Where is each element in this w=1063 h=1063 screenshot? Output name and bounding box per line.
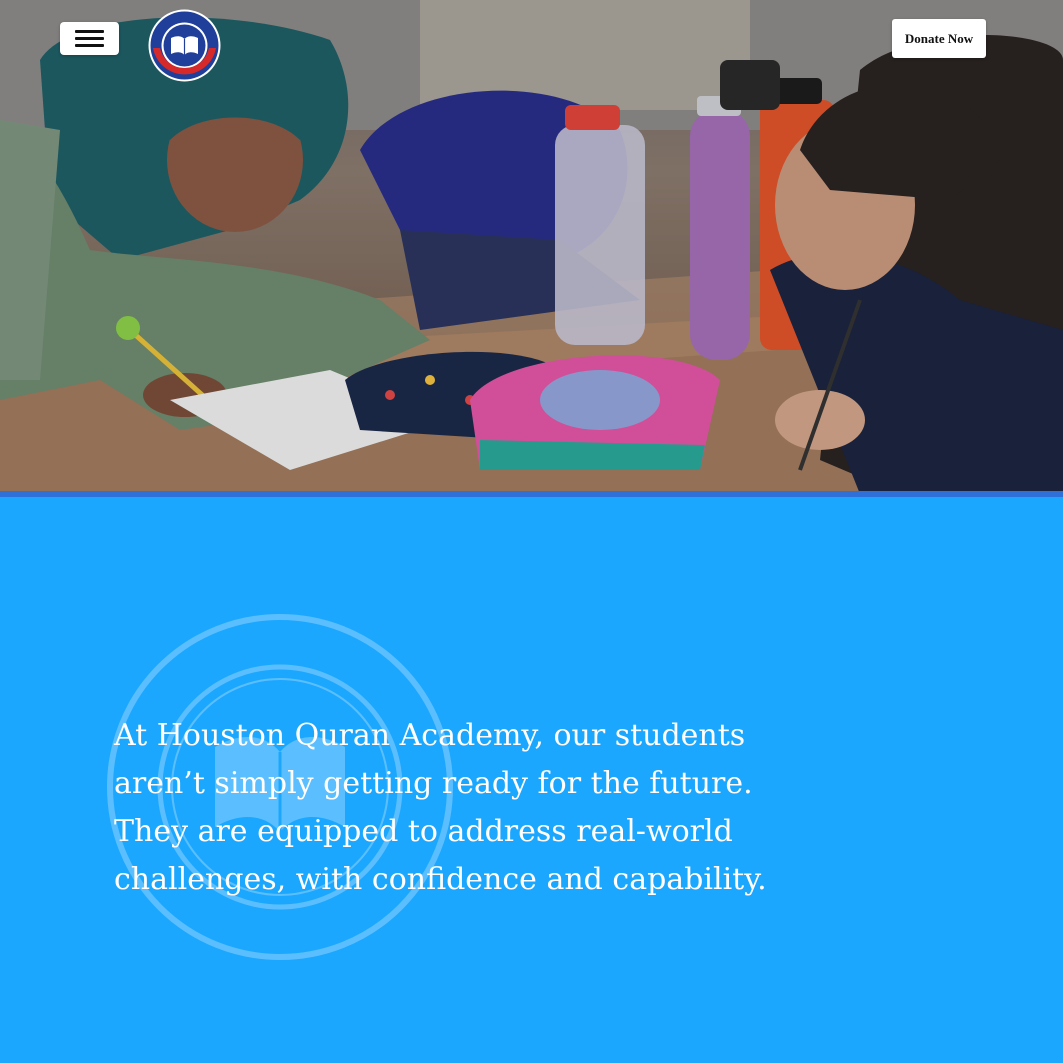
hamburger-menu-icon <box>75 30 104 33</box>
donate-button[interactable]: Donate Now <box>892 19 986 58</box>
menu-button[interactable] <box>60 22 119 55</box>
mission-statement: At Houston Quran Academy, our students a… <box>114 718 767 897</box>
hamburger-menu-icon-bar <box>75 37 104 40</box>
academy-logo-icon[interactable] <box>147 8 222 83</box>
logo-graphic <box>148 9 221 82</box>
hamburger-menu-icon-bar <box>75 44 104 47</box>
